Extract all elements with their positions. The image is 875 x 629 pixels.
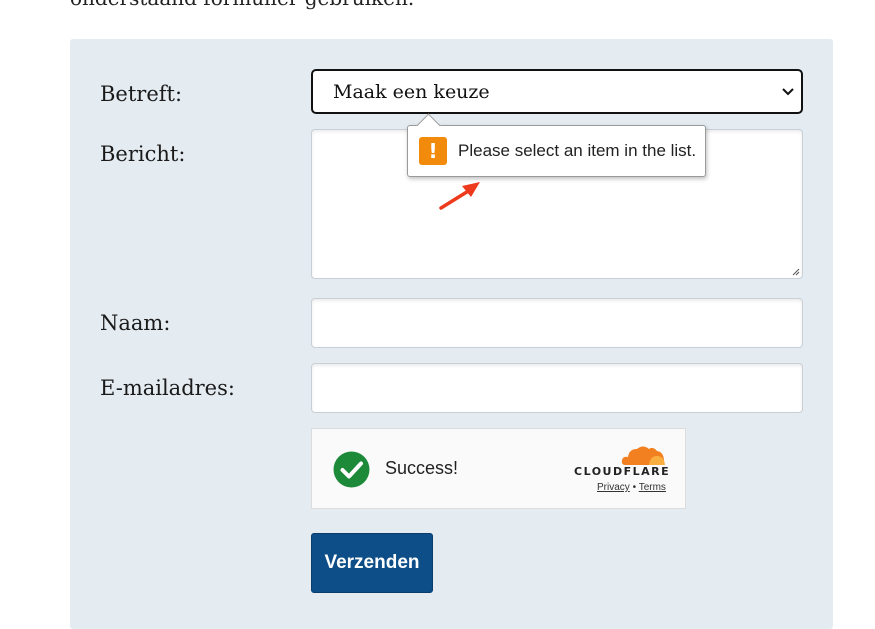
privacy-link[interactable]: Privacy: [597, 482, 630, 493]
cloudflare-logo-text: CLOUDFLARE: [574, 465, 671, 478]
name-label: Naam:: [100, 311, 171, 335]
message-label: Bericht:: [100, 142, 186, 166]
email-input[interactable]: [311, 363, 803, 413]
resize-grip-icon[interactable]: [790, 266, 800, 276]
submit-button[interactable]: Verzenden: [311, 533, 433, 593]
captcha-links: Privacy • Terms: [597, 482, 666, 493]
validation-tooltip: ! Please select an item in the list.: [407, 113, 706, 177]
cloudflare-cloud-icon: [621, 446, 665, 465]
warning-icon: !: [419, 137, 447, 165]
chevron-down-icon: [782, 88, 794, 96]
validation-message: Please select an item in the list.: [458, 141, 697, 160]
terms-link[interactable]: Terms: [639, 482, 666, 493]
intro-text: onderstaand formulier gebruiken.: [70, 0, 414, 10]
subject-label: Betreft:: [100, 82, 183, 106]
email-label: E-mailadres:: [100, 376, 235, 400]
subject-select-value: Maak een keuze: [333, 80, 490, 103]
annotation-arrow-icon: [439, 182, 480, 210]
link-separator: •: [632, 482, 637, 493]
cloudflare-turnstile-widget: Success! CLOUDFLARE Privacy • Terms: [311, 428, 686, 509]
success-check-icon: [333, 451, 370, 488]
captcha-status: Success!: [385, 458, 459, 478]
subject-select[interactable]: Maak een keuze: [311, 69, 803, 114]
name-input[interactable]: [311, 298, 803, 348]
